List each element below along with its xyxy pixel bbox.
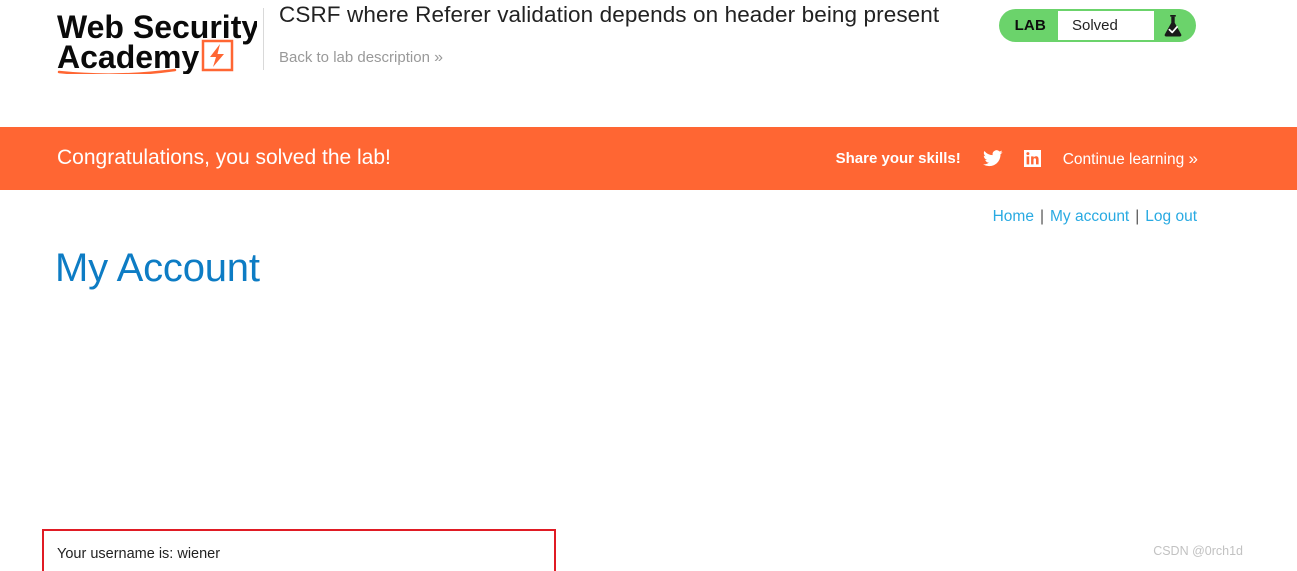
share-your-skills-label: Share your skills!: [835, 150, 961, 167]
banner-share-group: Share your skills! Continue learning »: [835, 127, 1199, 190]
lab-status-value: Solved: [1058, 11, 1154, 40]
logo-text-line2: Academy: [57, 39, 200, 74]
nav-link-my-account[interactable]: My account: [1050, 208, 1129, 225]
account-navigation: Home | My account | Log out: [993, 208, 1197, 226]
linkedin-icon[interactable]: [1023, 149, 1043, 169]
nav-separator: |: [1039, 208, 1044, 225]
chevron-right-icon: »: [1188, 148, 1199, 168]
site-logo[interactable]: Web Security Academy: [57, 8, 257, 74]
page-body: Home | My account | Log out My Account Your …: [0, 190, 1297, 571]
site-header: Web Security Academy CSRF where Referer …: [0, 0, 1297, 127]
banner-headline: Congratulations, you solved the lab!: [57, 146, 391, 169]
continue-learning-link[interactable]: Continue learning »: [1062, 148, 1199, 169]
twitter-icon[interactable]: [982, 149, 1003, 169]
nav-link-home[interactable]: Home: [993, 208, 1034, 225]
back-link-label: Back to lab description: [279, 49, 430, 66]
account-info-text: Your username is: wiener Your email is: …: [57, 538, 265, 571]
continue-learning-label: Continue learning: [1062, 150, 1185, 168]
username-line: Your username is: wiener: [57, 546, 221, 562]
page-title: My Account: [55, 246, 260, 290]
back-to-lab-description-link[interactable]: Back to lab description »: [279, 49, 443, 67]
lab-status-widget[interactable]: LAB Solved: [998, 9, 1196, 42]
web-security-academy-logo: Web Security Academy: [57, 9, 257, 74]
nav-link-log-out[interactable]: Log out: [1145, 208, 1197, 225]
lab-solved-banner: Congratulations, you solved the lab! Sha…: [0, 127, 1297, 190]
watermark-text: CSDN @0rch1d: [1153, 544, 1243, 558]
nav-separator: |: [1135, 208, 1140, 225]
lightning-bolt-icon: [210, 44, 224, 67]
header-divider: [263, 8, 264, 70]
chevron-right-icon: »: [434, 49, 443, 66]
flask-check-icon: [1154, 14, 1192, 38]
lab-status-tag: LAB: [1014, 17, 1046, 34]
page-lab-title: CSRF where Referer validation depends on…: [279, 2, 940, 27]
